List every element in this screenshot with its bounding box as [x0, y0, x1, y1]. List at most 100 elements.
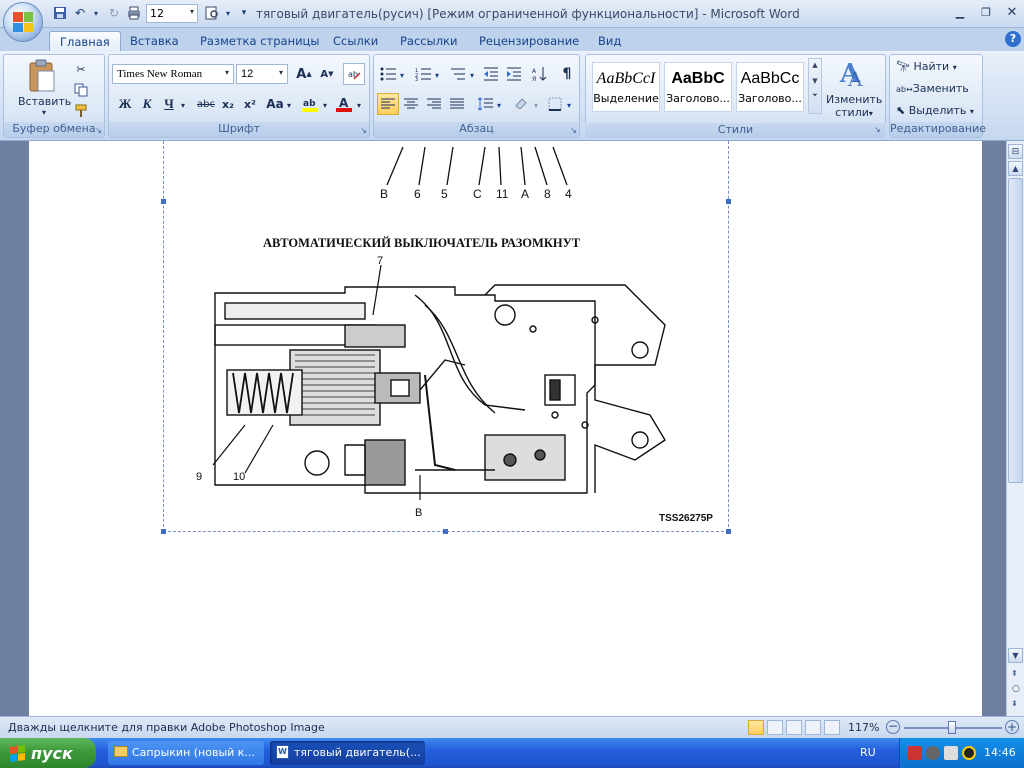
change-case-button[interactable]: Aa — [264, 93, 286, 115]
save-icon[interactable] — [52, 5, 68, 21]
borders-icon[interactable] — [544, 93, 566, 115]
print-preview-dropdown-icon[interactable]: ▾ — [220, 5, 236, 21]
align-right-icon[interactable] — [423, 93, 445, 115]
line-spacing-dropdown-icon[interactable]: ▾ — [497, 101, 501, 110]
dialog-launcher-icon[interactable]: ↘ — [95, 126, 102, 135]
decrease-indent-icon[interactable] — [480, 63, 502, 85]
format-painter-icon[interactable] — [70, 100, 92, 122]
multilevel-list-icon[interactable] — [447, 63, 469, 85]
tab-mailings[interactable]: Рассылки — [390, 31, 467, 52]
styles-scroll[interactable]: ▲ ▼ ⏷ — [808, 58, 822, 114]
zoom-slider-thumb[interactable] — [948, 721, 956, 734]
zoom-out-icon[interactable]: − — [886, 720, 900, 734]
network-icon[interactable] — [908, 746, 922, 760]
shading-icon[interactable] — [510, 93, 532, 115]
shading-dropdown-icon[interactable]: ▾ — [534, 101, 538, 110]
undo-icon[interactable]: ↶ — [72, 5, 88, 21]
tab-view[interactable]: Вид — [588, 31, 631, 52]
zoom-level[interactable]: 117% — [848, 721, 879, 734]
language-indicator[interactable]: RU — [860, 746, 876, 759]
replace-button[interactable]: ab↔Заменить — [896, 82, 969, 95]
draft-view-icon[interactable] — [824, 720, 840, 735]
volume-icon[interactable] — [944, 746, 958, 760]
grow-font-button[interactable]: A ▲ — [293, 63, 315, 85]
sort-icon[interactable]: AЯ — [529, 63, 551, 85]
tab-page-layout[interactable]: Разметка страницы — [190, 31, 329, 52]
italic-button[interactable]: К — [136, 93, 158, 115]
help-icon[interactable]: ? — [1005, 31, 1021, 47]
tab-home[interactable]: Главная — [49, 31, 121, 52]
increase-indent-icon[interactable] — [503, 63, 525, 85]
dialog-launcher-icon[interactable]: ↘ — [360, 126, 367, 135]
justify-icon[interactable] — [446, 93, 468, 115]
borders-dropdown-icon[interactable]: ▾ — [567, 101, 571, 110]
change-styles-icon[interactable]: AA — [838, 58, 868, 91]
start-button[interactable]: пуск — [0, 738, 96, 768]
close-button[interactable]: ✕ — [1000, 4, 1024, 21]
font-color-dropdown-icon[interactable]: ▾ — [357, 101, 361, 110]
underline-button[interactable]: Ч — [158, 93, 180, 115]
zoom-in-icon[interactable]: + — [1005, 720, 1019, 734]
highlight-dropdown-icon[interactable]: ▾ — [323, 101, 327, 110]
previous-page-icon[interactable]: ⇞ — [1011, 669, 1018, 678]
scroll-up-icon[interactable]: ▲ — [1008, 161, 1023, 176]
change-styles-button[interactable]: Изменить стили▾ — [826, 93, 882, 120]
tab-review[interactable]: Рецензирование — [469, 31, 589, 52]
select-browse-object-icon[interactable]: ○ — [1012, 684, 1020, 694]
undo-dropdown-icon[interactable]: ▾ — [88, 5, 104, 21]
dialog-launcher-icon[interactable]: ↘ — [874, 125, 881, 134]
numbering-icon[interactable]: 123 — [412, 63, 434, 85]
paste-dropdown-icon[interactable]: ▾ — [42, 108, 46, 117]
tab-references[interactable]: Ссылки — [323, 31, 388, 52]
vertical-scrollbar[interactable]: ⊟ ▲ ▼ ⇞ ○ ⇟ — [1006, 141, 1024, 716]
numbering-dropdown-icon[interactable]: ▾ — [435, 71, 439, 80]
superscript-button[interactable]: x² — [239, 93, 261, 115]
full-screen-reading-view-icon[interactable] — [767, 720, 783, 735]
more-styles-icon[interactable]: ⏷ — [809, 91, 821, 100]
shrink-font-button[interactable]: A ▼ — [316, 63, 338, 85]
scroll-down-icon[interactable]: ▼ — [1008, 648, 1023, 663]
paste-icon[interactable] — [26, 59, 58, 93]
resize-handle[interactable] — [443, 529, 448, 534]
change-case-dropdown-icon[interactable]: ▾ — [287, 101, 291, 110]
multilevel-dropdown-icon[interactable]: ▾ — [470, 71, 474, 80]
subscript-button[interactable]: x₂ — [217, 93, 239, 115]
strikethrough-button[interactable]: abc — [195, 93, 217, 115]
restore-button[interactable]: ❐ — [974, 4, 998, 21]
font-color-icon[interactable]: A — [333, 93, 355, 115]
taskbar-item-folder[interactable]: Сапрыкин (новый к... — [108, 741, 264, 765]
outline-view-icon[interactable] — [805, 720, 821, 735]
media-icon[interactable] — [962, 746, 976, 760]
style-emphasis[interactable]: AaBbCcI Выделение — [592, 62, 660, 112]
copy-icon[interactable] — [70, 79, 92, 101]
taskbar-item-word[interactable]: W тяговый двигатель(... — [270, 741, 425, 765]
font-size-field[interactable]: 12 ▾ — [236, 64, 288, 84]
dialog-launcher-icon[interactable]: ↘ — [570, 126, 577, 135]
antivirus-icon[interactable] — [926, 746, 940, 760]
bullets-icon[interactable] — [377, 63, 399, 85]
align-left-icon[interactable] — [377, 93, 399, 115]
scroll-up-icon[interactable]: ▲ — [809, 61, 821, 69]
next-page-icon[interactable]: ⇟ — [1011, 699, 1018, 708]
scroll-thumb[interactable] — [1008, 178, 1023, 483]
cut-icon[interactable]: ✂ — [70, 58, 92, 80]
bold-button[interactable]: Ж — [114, 93, 136, 115]
find-button[interactable]: 🔭︎ Найти ▾ — [896, 60, 957, 73]
resize-handle[interactable] — [161, 529, 166, 534]
select-button[interactable]: ⬉ Выделить ▾ — [896, 104, 974, 117]
print-preview-icon[interactable] — [204, 5, 220, 21]
font-name-field[interactable]: Times New Roman ▾ — [112, 64, 234, 84]
print-layout-view-icon[interactable] — [748, 720, 764, 735]
highlight-icon[interactable]: ab — [299, 93, 321, 115]
web-layout-view-icon[interactable] — [786, 720, 802, 735]
paste-button-label[interactable]: Вставить — [18, 95, 71, 108]
clear-formatting-icon[interactable]: ab — [343, 63, 365, 85]
office-button[interactable] — [3, 2, 43, 42]
align-center-icon[interactable] — [400, 93, 422, 115]
tab-insert[interactable]: Вставка — [120, 31, 189, 52]
minimize-button[interactable]: ▁ — [948, 4, 972, 21]
redo-icon[interactable]: ↻ — [106, 5, 122, 21]
customize-qat-icon[interactable]: ▾ — [236, 5, 252, 21]
qat-font-size-field[interactable]: 12 ▾ — [146, 4, 198, 23]
show-formatting-marks-icon[interactable]: ¶ — [556, 63, 578, 85]
